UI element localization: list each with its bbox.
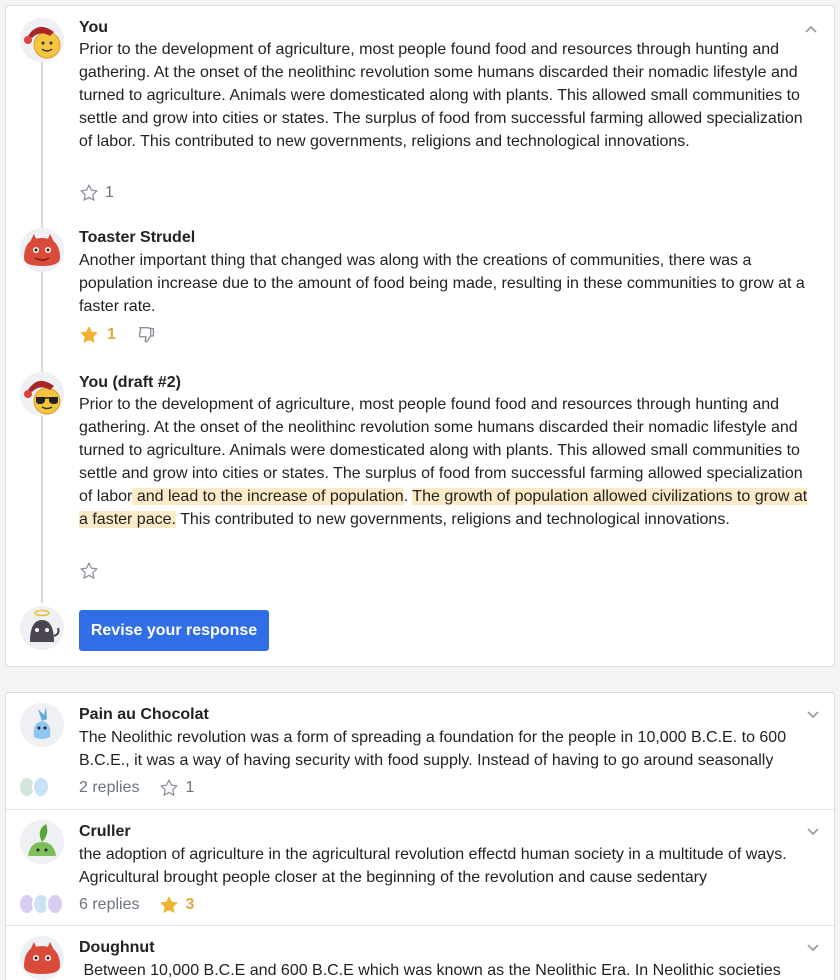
- replier-avatar: [46, 893, 64, 915]
- draft-highlight-1: and lead to the increase of population: [132, 488, 404, 505]
- draft-text: Prior to the development of agriculture,…: [79, 393, 819, 531]
- smiley-santa-hat-icon: [20, 18, 64, 62]
- response-meta: 2 replies 1: [79, 777, 194, 799]
- thumbs-down-icon[interactable]: [136, 324, 158, 346]
- revise-response-button[interactable]: Revise your response: [79, 610, 269, 651]
- avatar-reviser: [20, 606, 64, 650]
- main-thread-card: You Prior to the development of agricult…: [5, 5, 835, 667]
- star-outline-icon[interactable]: [159, 778, 179, 798]
- replier-avatars: [18, 893, 64, 915]
- avatar-toaster-strudel: [20, 228, 64, 272]
- sunglasses-santa-hat-icon: [20, 372, 64, 416]
- replier-avatar: [32, 776, 50, 798]
- list-item[interactable]: Doughnut Between 10,000 B.C.E and 600 B.…: [6, 925, 836, 980]
- star-count: 1: [185, 779, 195, 796]
- post-text: Another important thing that changed was…: [79, 252, 805, 315]
- avatar-you-draft: [20, 372, 64, 416]
- draft-text-between: .: [403, 488, 413, 505]
- post-author: You (draft #2): [79, 374, 181, 391]
- response-text: The Neolithic revolution was a form of s…: [79, 729, 787, 769]
- avatar-doughnut: [20, 936, 64, 980]
- collapse-chevron-icon[interactable]: [804, 22, 818, 36]
- avatar-cruller: [20, 820, 64, 864]
- replier-avatars: [18, 776, 50, 798]
- star-outline-icon[interactable]: [79, 183, 99, 203]
- star-outline-icon[interactable]: [79, 561, 99, 581]
- red-monster-icon: [20, 936, 64, 980]
- thread-line: [41, 58, 43, 603]
- responses-card: Pain au Chocolat The Neolithic revolutio…: [5, 692, 836, 980]
- list-item[interactable]: Pain au Chocolat The Neolithic revolutio…: [6, 693, 836, 809]
- blue-bird-icon: [20, 703, 64, 747]
- post-actions: 1: [79, 182, 114, 204]
- replies-count[interactable]: 2 replies: [79, 779, 139, 797]
- list-item[interactable]: Cruller the adoption of agriculture in t…: [6, 809, 836, 925]
- response-meta: 6 replies 3: [79, 894, 194, 916]
- post-actions: [79, 560, 99, 582]
- response-text: the adoption of agriculture in the agric…: [79, 846, 787, 886]
- replies-count[interactable]: 6 replies: [79, 896, 139, 914]
- post-text: Prior to the development of agriculture,…: [79, 41, 803, 150]
- green-leaf-creature-icon: [20, 820, 64, 864]
- response-author: Doughnut: [79, 939, 155, 956]
- expand-chevron-icon[interactable]: [806, 707, 820, 721]
- star-filled-icon[interactable]: [79, 325, 99, 345]
- draft-text-after: This contributed to new governments, rel…: [175, 511, 730, 528]
- response-author: Cruller: [79, 823, 131, 840]
- star-count: 1: [107, 326, 116, 343]
- star-filled-icon[interactable]: [159, 895, 179, 915]
- avatar-you: [20, 18, 64, 62]
- star-count: 3: [185, 896, 195, 913]
- expand-chevron-icon[interactable]: [806, 824, 820, 838]
- response-author: Pain au Chocolat: [79, 706, 209, 723]
- response-text: Between 10,000 B.C.E and 600 B.C.E which…: [79, 962, 781, 979]
- post-actions: 1: [79, 324, 158, 346]
- halo-creature-icon: [20, 606, 64, 650]
- red-monster-icon: [20, 228, 64, 272]
- expand-chevron-icon[interactable]: [806, 940, 820, 954]
- post-author: Toaster Strudel: [79, 229, 196, 246]
- post-author: You: [79, 19, 109, 36]
- star-count: 1: [105, 184, 114, 201]
- avatar-pain-au-chocolat: [20, 703, 64, 747]
